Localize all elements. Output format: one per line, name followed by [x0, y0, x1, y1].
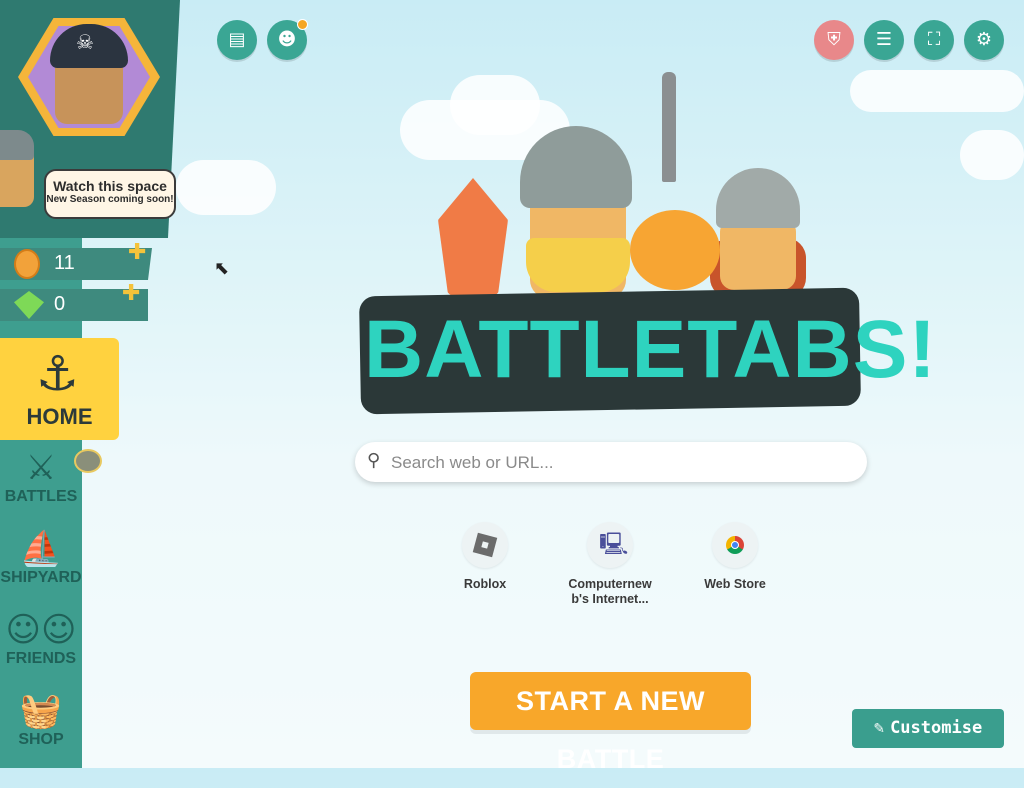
start-new-battle-button[interactable]: START A NEW BATTLE — [470, 672, 751, 774]
discord-icon: ☻ — [277, 29, 297, 50]
basket-icon: 🧺 — [19, 691, 63, 731]
nav-friends-label: FRIENDS — [5, 650, 77, 667]
shortcut-label: Roblox — [463, 577, 507, 591]
coin-icon — [14, 249, 40, 279]
roblox-icon — [472, 532, 498, 558]
shield-button[interactable]: ⛨ — [814, 20, 854, 60]
shortcut-icon-circle — [712, 522, 758, 568]
nav-shipyard[interactable]: ⛵ SHIPYARD — [0, 523, 82, 603]
cloud — [850, 70, 1024, 112]
sword — [662, 72, 676, 182]
news-icon: ▤ — [228, 29, 246, 50]
shortcut-icon-circle: 🖳 — [587, 522, 633, 568]
promo-speech-bubble[interactable]: Watch this space New Season coming soon! — [44, 169, 176, 219]
customise-button[interactable]: ✎ Customise — [852, 709, 1004, 748]
nav-shop-label: SHOP — [18, 731, 64, 748]
nav-shop[interactable]: 🧺 SHOP — [0, 685, 82, 765]
computer-icon: 🖳 — [599, 532, 629, 557]
search-icon: ⚲ — [367, 450, 381, 471]
list-button[interactable]: ☰ — [864, 20, 904, 60]
nav-home[interactable]: ⚓ HOME — [0, 338, 119, 440]
gems-value: 0 — [54, 293, 66, 315]
viking-beard — [526, 238, 630, 292]
shortcut-icon-circle — [462, 522, 508, 568]
viking-girl-helmet — [716, 168, 800, 228]
fullscreen-button[interactable]: ⛶ — [914, 20, 954, 60]
shortcut-computernewb[interactable]: 🖳 Computernew b's Internet... — [560, 522, 660, 607]
mouse-cursor-icon: ⬉ — [214, 258, 230, 279]
battle-notification-badge — [74, 449, 102, 473]
customise-label: Customise — [890, 718, 983, 738]
explosion — [630, 210, 720, 290]
list-icon: ☰ — [875, 29, 893, 50]
add-coins-plus-icon[interactable]: ✚ — [128, 240, 146, 265]
fullscreen-icon: ⛶ — [927, 29, 941, 50]
gear-icon: ⚙ — [975, 29, 993, 50]
search-bar[interactable]: ⚲ — [355, 442, 867, 484]
crossed-axes-icon: ⚔ — [25, 448, 57, 488]
nav-battles[interactable]: ⚔ BATTLES — [0, 442, 82, 522]
settings-button[interactable]: ⚙ — [964, 20, 1004, 60]
nav-shipyard-label: SHIPYARD — [0, 569, 82, 586]
search-input[interactable] — [389, 442, 853, 484]
promo-title: Watch this space — [53, 178, 167, 194]
hero-artwork: BATTLETABS! — [359, 70, 937, 415]
nav-friends[interactable]: ☺☺ FRIENDS — [0, 604, 82, 684]
nav-battles-label: BATTLES — [4, 488, 78, 505]
battletabs-logo: BATTLETABS! — [364, 304, 937, 395]
news-button[interactable]: ▤ — [217, 20, 257, 60]
brush-icon: ✎ — [873, 718, 885, 738]
skull-icon: ☠ — [76, 30, 94, 54]
coins-value: 11 — [54, 252, 75, 274]
friends-icon: ☺☺ — [5, 610, 77, 650]
ship-icon: ⛵ — [19, 529, 63, 569]
shortcut-label: Computernew b's Internet... — [568, 577, 652, 606]
shortcut-roblox[interactable]: Roblox — [435, 522, 535, 592]
notification-dot — [297, 19, 308, 30]
shortcut-label: Web Store — [704, 577, 766, 591]
promo-subtitle: New Season coming soon! — [46, 194, 174, 205]
squid-character — [438, 178, 508, 298]
gem-icon — [14, 291, 44, 319]
chrome-webstore-icon — [726, 536, 744, 554]
nav-home-label: HOME — [26, 404, 93, 429]
promo-character-helmet — [0, 130, 34, 160]
discord-button[interactable]: ☻ — [267, 19, 308, 60]
shortcut-web-store[interactable]: Web Store — [685, 522, 785, 592]
viking-helmet — [520, 126, 632, 208]
add-gems-plus-icon[interactable]: ✚ — [122, 281, 140, 306]
shield-icon: ⛨ — [827, 29, 841, 50]
viking-girl-face — [720, 218, 796, 290]
cloud — [176, 160, 276, 215]
anchor-icon: ⚓ — [36, 346, 80, 402]
cloud — [960, 130, 1024, 180]
